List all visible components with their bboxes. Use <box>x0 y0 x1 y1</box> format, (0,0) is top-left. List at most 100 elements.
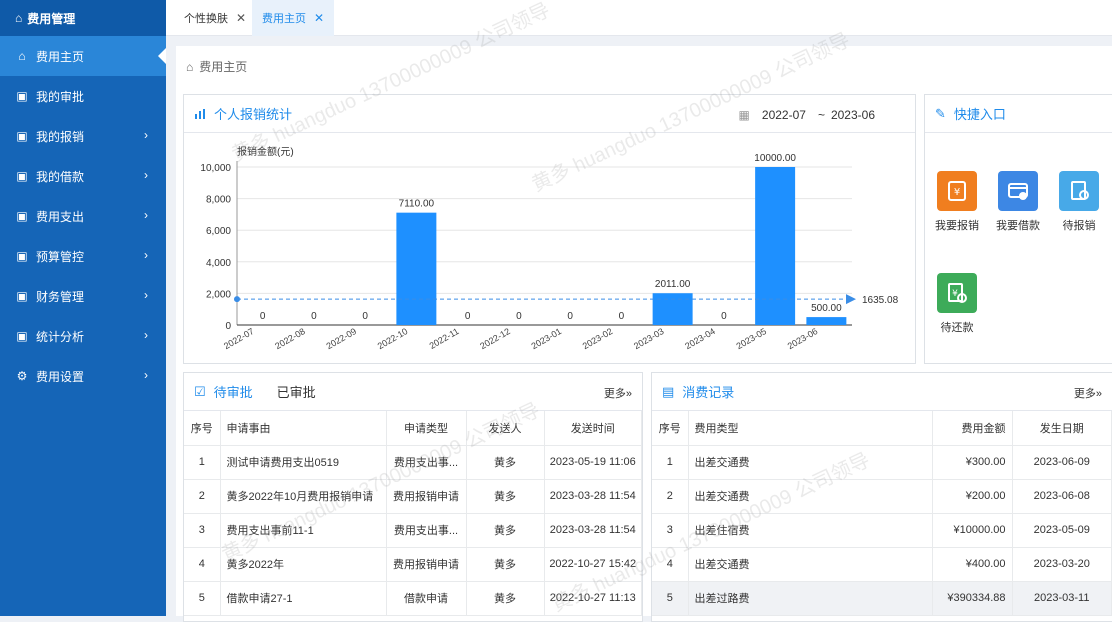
close-icon[interactable]: ✕ <box>236 11 246 25</box>
quick-reimburse-button[interactable]: ¥ 我要报销 <box>927 171 987 233</box>
table-cell: 费用支出事... <box>386 513 467 548</box>
calendar-icon: ▦ <box>738 108 750 122</box>
sidebar-item-statistics[interactable]: ▣ 统计分析 › <box>0 316 166 356</box>
sidebar-header[interactable]: ⌂ 费用管理 <box>0 0 166 36</box>
chevron-right-icon: › <box>144 328 148 342</box>
breadcrumb-label[interactable]: 费用主页 <box>199 58 247 75</box>
date-from[interactable]: 2022-07 <box>762 108 806 122</box>
column-header: 序号 <box>184 411 221 446</box>
x-tick-label: 2023-02 <box>581 326 615 351</box>
average-label: 1635.08 <box>862 295 899 306</box>
table-row[interactable]: 3 出差住宿费 ¥10000.00 2023-05-09 <box>652 513 1112 548</box>
table-row[interactable]: 5 借款申请27-1 借款申请 黄多 2022-10-27 11:13 <box>184 581 642 616</box>
chevron-right-icon: › <box>144 208 148 222</box>
loan-icon: ▣ <box>16 169 28 183</box>
table-cell: 2023-03-28 11:54 <box>544 479 642 514</box>
quick-pending-reimburse-button[interactable]: 待报销 <box>1049 171 1109 233</box>
consumption-records-panel: ▤ 消费记录 更多» 序号 费用类型 费用金额 发生日期 1 出差交通费 ¥30… <box>651 372 1112 622</box>
approval-more-link[interactable]: 更多» <box>604 385 632 401</box>
bar <box>755 167 796 325</box>
records-table: 序号 费用类型 费用金额 发生日期 1 出差交通费 ¥300.00 2023-0… <box>652 411 1112 616</box>
sidebar-item-expense[interactable]: ▣ 费用支出 › <box>0 196 166 236</box>
sidebar-item-my-reimbursement[interactable]: ▣ 我的报销 › <box>0 116 166 156</box>
x-tick-label: 2023-06 <box>786 326 820 351</box>
tab-pending-approval[interactable]: 待审批 <box>214 382 253 401</box>
average-start-marker <box>234 296 240 303</box>
y-tick-label: 0 <box>225 321 231 332</box>
table-cell: 2023-06-08 <box>1012 479 1112 514</box>
table-cell: ¥400.00 <box>932 547 1013 582</box>
sidebar-item-finance[interactable]: ▣ 财务管理 › <box>0 276 166 316</box>
close-icon[interactable]: ✕ <box>314 11 324 25</box>
tab-bar: 个性换肤 ✕ 费用主页 ✕ <box>166 0 1112 36</box>
approval-header: ☑ 待审批 已审批 更多» <box>184 373 642 411</box>
data-label: 500.00 <box>811 303 842 314</box>
sidebar-item-label: 财务管理 <box>36 289 85 304</box>
data-label: 0 <box>721 311 727 322</box>
finance-icon: ▣ <box>16 289 28 303</box>
sidebar-item-home[interactable]: ⌂ 费用主页 <box>0 36 166 76</box>
table-cell: 费用报销申请 <box>386 547 467 582</box>
reimburse-icon: ¥ <box>937 171 977 211</box>
sidebar-item-my-loan[interactable]: ▣ 我的借款 › <box>0 156 166 196</box>
tab-approved[interactable]: 已审批 <box>277 382 316 401</box>
records-more-link[interactable]: 更多» <box>1074 385 1102 401</box>
bar-chart-icon <box>194 108 206 120</box>
chevron-right-icon: › <box>144 288 148 302</box>
quick-label: 待还款 <box>940 322 974 334</box>
sidebar-item-budget[interactable]: ▣ 预算管控 › <box>0 236 166 276</box>
chevron-right-icon: › <box>144 368 148 382</box>
tab-home[interactable]: 费用主页 ✕ <box>252 0 335 36</box>
tab-skin[interactable]: 个性换肤 ✕ <box>174 0 256 36</box>
sidebar-item-my-approval[interactable]: ▣ 我的审批 <box>0 76 166 116</box>
y-tick-label: 2,000 <box>206 289 231 300</box>
records-header: ▤ 消费记录 更多» <box>652 373 1112 411</box>
table-cell: 2023-03-20 <box>1012 547 1112 582</box>
table-cell: ¥390334.88 <box>932 581 1013 616</box>
table-cell: 1 <box>184 445 221 480</box>
receipt-icon: ▤ <box>662 383 675 399</box>
chevron-right-icon: › <box>144 168 148 182</box>
table-cell: 出差交通费 <box>688 547 933 582</box>
sidebar-item-label: 我的审批 <box>36 89 85 104</box>
table-cell: 2022-10-27 11:13 <box>544 581 642 616</box>
sidebar-item-label: 预算管控 <box>36 249 85 264</box>
table-cell: 借款申请 <box>386 581 467 616</box>
table-row[interactable]: 1 出差交通费 ¥300.00 2023-06-09 <box>652 445 1112 480</box>
table-row[interactable]: 5 出差过路费 ¥390334.88 2023-03-11 <box>652 581 1112 616</box>
quick-label: 待报销 <box>1062 220 1096 232</box>
table-row[interactable]: 2 黄多2022年10月费用报销申请 费用报销申请 黄多 2023-03-28 … <box>184 479 642 514</box>
table-cell: 5 <box>184 581 221 616</box>
table-cell: 出差交通费 <box>688 445 933 480</box>
table-row[interactable]: 1 测试申请费用支出0519 费用支出事... 黄多 2023-05-19 11… <box>184 445 642 480</box>
table-row[interactable]: 3 费用支出事前11-1 费用支出事... 黄多 2023-03-28 11:5… <box>184 513 642 548</box>
document-icon <box>1059 171 1099 211</box>
x-tick-label: 2023-04 <box>683 326 717 351</box>
budget-icon: ▣ <box>16 249 28 263</box>
data-label: 0 <box>465 311 471 322</box>
stats-title: 个人报销统计 <box>214 107 293 122</box>
table-cell: 黄多 <box>466 581 545 616</box>
table-row[interactable]: 4 黄多2022年 费用报销申请 黄多 2022-10-27 15:42 <box>184 547 642 582</box>
column-header: 发送时间 <box>544 411 642 446</box>
date-range-picker[interactable]: ▦ 2022-07 ~ 2023-06 <box>739 108 875 122</box>
quick-loan-button[interactable]: 我要借款 <box>988 171 1048 233</box>
data-label: 0 <box>567 311 573 322</box>
table-cell: 黄多2022年 <box>220 547 387 582</box>
date-to[interactable]: 2023-06 <box>831 108 875 122</box>
column-header: 申请事由 <box>220 411 387 446</box>
table-row[interactable]: 2 出差交通费 ¥200.00 2023-06-08 <box>652 479 1112 514</box>
table-cell: 2 <box>652 479 689 514</box>
svg-text:¥: ¥ <box>954 187 960 198</box>
quick-label: 我要报销 <box>935 220 979 232</box>
table-cell: 1 <box>652 445 689 480</box>
y-tick-label: 10,000 <box>200 163 231 174</box>
quick-pending-repay-button[interactable]: ¥ 待还款 <box>927 273 987 335</box>
table-row[interactable]: 4 出差交通费 ¥400.00 2023-03-20 <box>652 547 1112 582</box>
bar <box>652 293 693 325</box>
sidebar-item-settings[interactable]: ⚙ 费用设置 › <box>0 356 166 396</box>
data-label: 0 <box>619 311 625 322</box>
x-tick-label: 2022-10 <box>376 326 410 351</box>
data-label: 10000.00 <box>754 153 796 164</box>
repay-icon: ¥ <box>937 273 977 313</box>
